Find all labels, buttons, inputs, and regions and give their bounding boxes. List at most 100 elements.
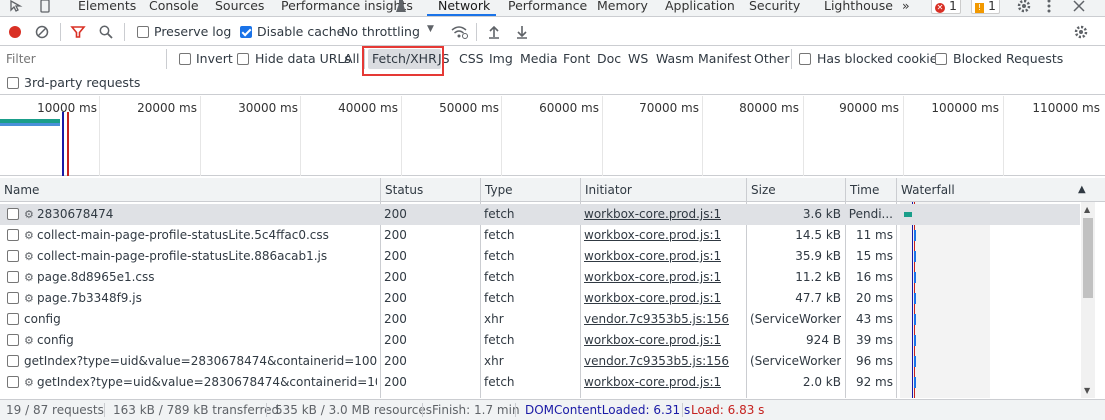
column-header-initiator[interactable]: Initiator <box>581 178 632 202</box>
row-select-checkbox[interactable] <box>7 250 19 262</box>
request-name[interactable]: config <box>37 330 377 351</box>
blocked-requests-label[interactable]: Blocked Requests <box>953 51 1063 66</box>
column-header-size[interactable]: Size <box>747 178 776 202</box>
row-select-checkbox[interactable] <box>7 271 19 283</box>
row-select-checkbox[interactable] <box>7 313 19 325</box>
column-header-type[interactable]: Type <box>481 178 513 202</box>
request-name[interactable]: collect-main-page-profile-statusLite.886… <box>37 246 377 267</box>
disable-cache-label[interactable]: Disable cache <box>257 24 344 39</box>
request-initiator-link[interactable]: vendor.7c9353b5.js:156 <box>584 309 729 330</box>
hide-data-urls-label[interactable]: Hide data URLs <box>255 51 351 66</box>
type-filter-other[interactable]: Other <box>754 51 790 66</box>
hide-data-urls-checkbox[interactable] <box>237 53 249 65</box>
settings-gear-icon[interactable] <box>1016 0 1032 16</box>
row-select-checkbox[interactable] <box>7 208 19 220</box>
row-select-checkbox[interactable] <box>7 229 19 241</box>
export-har-icon[interactable] <box>514 24 530 40</box>
row-select-checkbox[interactable] <box>7 376 19 388</box>
request-name[interactable]: getIndex?type=uid&value=2830678474&conta… <box>37 372 377 393</box>
network-overview-timeline[interactable]: 10000 ms 20000 ms 30000 ms 40000 ms 5000… <box>0 96 1105 176</box>
request-name[interactable]: page.7b3348f9.js <box>37 288 377 309</box>
row-select-checkbox[interactable] <box>7 355 19 367</box>
type-filter-ws[interactable]: WS <box>628 51 648 66</box>
request-initiator-link[interactable]: workbox-core.prod.js:1 <box>584 372 721 393</box>
table-scrollbar[interactable]: ▲ ▼ <box>1081 202 1095 398</box>
request-name[interactable]: getIndex?type=uid&value=2830678474&conta… <box>24 351 377 372</box>
request-initiator-link[interactable]: workbox-core.prod.js:1 <box>584 288 721 309</box>
has-blocked-cookies-checkbox[interactable] <box>799 53 811 65</box>
table-row[interactable]: config 200 xhr vendor.7c9353b5.js:156 (Servi… <box>0 309 1080 330</box>
more-tabs-button[interactable]: » <box>902 0 910 16</box>
table-row[interactable]: ⚙ getIndex?type=uid&value=2830678474&cont… <box>0 372 1080 393</box>
type-filter-css[interactable]: CSS <box>459 51 484 66</box>
network-settings-gear-icon[interactable] <box>1073 24 1089 40</box>
inspect-element-icon[interactable] <box>8 0 24 16</box>
tab-memory[interactable]: Memory <box>597 0 648 16</box>
type-filter-manifest[interactable]: Manifest <box>698 51 751 66</box>
preserve-log-label[interactable]: Preserve log <box>154 24 231 39</box>
kebab-menu-icon[interactable] <box>1046 0 1052 16</box>
scrollbar-thumb[interactable] <box>1083 218 1093 298</box>
close-devtools-icon[interactable] <box>1073 0 1085 16</box>
invert-label[interactable]: Invert <box>196 51 233 66</box>
throttling-select[interactable]: No throttling <box>341 24 420 39</box>
network-conditions-wifi-icon[interactable] <box>450 24 468 40</box>
invert-checkbox[interactable] <box>179 53 191 65</box>
table-row[interactable]: ⚙ 2830678474 200 fetch workbox-core.prod.js:… <box>0 204 1080 225</box>
table-row[interactable]: getIndex?type=uid&value=2830678474&conta… <box>0 351 1080 372</box>
type-filter-all[interactable]: All <box>344 51 360 66</box>
type-filter-wasm[interactable]: Wasm <box>656 51 694 66</box>
column-header-time[interactable]: Time <box>846 178 879 202</box>
clear-icon[interactable] <box>34 24 50 40</box>
column-header-name[interactable]: Name <box>0 178 39 202</box>
scroll-down-icon[interactable]: ▼ <box>1084 386 1090 395</box>
table-row[interactable]: ⚙ collect-main-page-profile-statusLite.88… <box>0 246 1080 267</box>
disable-cache-checkbox[interactable] <box>240 26 252 38</box>
record-icon[interactable] <box>7 24 23 40</box>
request-initiator-link[interactable]: workbox-core.prod.js:1 <box>584 225 721 246</box>
tab-console[interactable]: Console <box>149 0 199 16</box>
error-count-badge[interactable]: ✕ 1 <box>931 0 961 14</box>
warning-count-badge[interactable]: ! 1 <box>971 0 1000 14</box>
request-name[interactable]: 2830678474 <box>37 204 377 225</box>
filter-icon[interactable] <box>70 24 86 40</box>
request-initiator-link[interactable]: vendor.7c9353b5.js:156 <box>584 351 729 372</box>
tab-application[interactable]: Application <box>665 0 735 16</box>
type-filter-media[interactable]: Media <box>520 51 558 66</box>
table-row[interactable]: ⚙ page.8d8965e1.css 200 fetch workbox-core.p… <box>0 267 1080 288</box>
blocked-requests-checkbox[interactable] <box>935 53 947 65</box>
request-initiator-link[interactable]: workbox-core.prod.js:1 <box>584 330 721 351</box>
tab-security[interactable]: Security <box>749 0 800 16</box>
request-initiator-link[interactable]: workbox-core.prod.js:1 <box>584 246 721 267</box>
search-icon[interactable] <box>98 24 114 40</box>
third-party-requests-checkbox[interactable] <box>7 77 19 89</box>
tab-sources[interactable]: Sources <box>215 0 264 16</box>
third-party-requests-label[interactable]: 3rd-party requests <box>24 75 140 90</box>
throttling-dropdown-arrow-icon[interactable]: ▼ <box>427 24 434 34</box>
has-blocked-cookies-label[interactable]: Has blocked cookies <box>817 51 944 66</box>
request-name[interactable]: collect-main-page-profile-statusLite.5c4… <box>37 225 377 246</box>
import-har-icon[interactable] <box>486 24 502 40</box>
request-name[interactable]: config <box>24 309 377 330</box>
sort-ascending-icon[interactable]: ▲ <box>1074 178 1086 202</box>
row-select-checkbox[interactable] <box>7 292 19 304</box>
tab-performance-insights[interactable]: Performance insights <box>281 0 413 16</box>
filter-input[interactable] <box>3 50 164 68</box>
tab-elements[interactable]: Elements <box>78 0 136 16</box>
row-select-checkbox[interactable] <box>7 334 19 346</box>
scroll-up-icon[interactable]: ▲ <box>1084 205 1090 214</box>
tab-performance[interactable]: Performance <box>508 0 587 16</box>
table-row[interactable]: ⚙ collect-main-page-profile-statusLite.5c… <box>0 225 1080 246</box>
type-filter-font[interactable]: Font <box>563 51 590 66</box>
tab-lighthouse[interactable]: Lighthouse <box>824 0 893 16</box>
request-initiator-link[interactable]: workbox-core.prod.js:1 <box>584 204 721 225</box>
preserve-log-checkbox[interactable] <box>137 26 149 38</box>
column-header-status[interactable]: Status <box>381 178 423 202</box>
column-header-waterfall[interactable]: Waterfall <box>897 178 955 202</box>
type-filter-img[interactable]: Img <box>489 51 513 66</box>
request-initiator-link[interactable]: workbox-core.prod.js:1 <box>584 267 721 288</box>
table-row[interactable]: ⚙ config 200 fetch workbox-core.prod.js:1 924… <box>0 330 1080 351</box>
device-toolbar-icon[interactable] <box>38 0 54 16</box>
type-filter-doc[interactable]: Doc <box>597 51 621 66</box>
table-row[interactable]: ⚙ page.7b3348f9.js 200 fetch workbox-core.pr… <box>0 288 1080 309</box>
